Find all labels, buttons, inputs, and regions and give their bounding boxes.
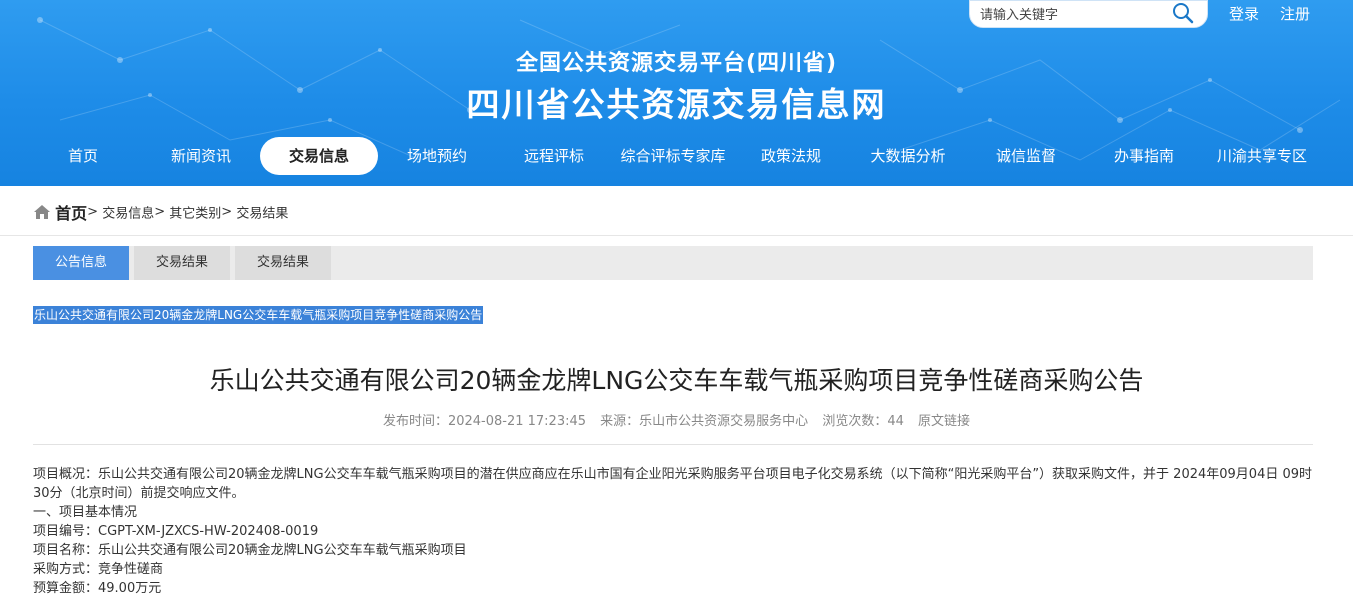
- nav-item-policies[interactable]: 政策法规: [750, 137, 832, 175]
- article-title: 乐山公共交通有限公司20辆金龙牌LNG公交车车载气瓶采购项目竞争性磋商采购公告: [209, 366, 1144, 395]
- site-header: 登录 注册 全国公共资源交易平台(四川省) 四川省公共资源交易信息网 首页 新闻…: [0, 0, 1353, 186]
- search-icon[interactable]: [1172, 2, 1194, 24]
- login-link[interactable]: 登录: [1229, 3, 1259, 24]
- procurement-method: 采购方式：竞争性磋商: [33, 562, 164, 577]
- register-link[interactable]: 注册: [1280, 3, 1310, 24]
- view-count: 浏览次数：44: [822, 414, 904, 429]
- tab-bar: 公告信息 交易结果 交易结果: [33, 246, 1313, 280]
- platform-subtitle: 全国公共资源交易平台(四川省): [515, 51, 838, 76]
- publish-time: 发布时间：2024-08-21 17:23:45: [382, 414, 587, 429]
- budget-amount: 预算金额：49.00万元: [33, 581, 162, 596]
- project-overview: 项目概况：乐山公共交通有限公司20辆金龙牌LNG公交车车载气瓶采购项目的潜在供应…: [33, 467, 1313, 501]
- divider: [0, 235, 1353, 236]
- nav-item-venue-booking[interactable]: 场地预约: [396, 137, 478, 175]
- nav-item-remote-evaluation[interactable]: 远程评标: [513, 137, 595, 175]
- nav-item-credit-supervision[interactable]: 诚信监督: [985, 137, 1067, 175]
- breadcrumb-item-other-category[interactable]: 其它类别: [169, 207, 221, 222]
- nav-item-trade-info[interactable]: 交易信息: [260, 137, 378, 175]
- breadcrumb-separator: >: [87, 204, 99, 220]
- divider: [33, 444, 1313, 445]
- main-nav: 首页 新闻资讯 交易信息 场地预约 远程评标 综合评标专家库 政策法规 大数据分…: [0, 137, 1353, 177]
- home-icon: [34, 205, 50, 219]
- tab-trade-result-2[interactable]: 交易结果: [235, 246, 331, 280]
- breadcrumb-item-trade-result[interactable]: 交易结果: [236, 207, 288, 222]
- search-input[interactable]: [978, 4, 1172, 26]
- selected-title-link[interactable]: 乐山公共交通有限公司20辆金龙牌LNG公交车车载气瓶采购项目竞争性磋商采购公告: [33, 306, 484, 324]
- tab-trade-result-1[interactable]: 交易结果: [134, 246, 230, 280]
- nav-item-expert-pool[interactable]: 综合评标专家库: [612, 137, 734, 175]
- tab-announcement[interactable]: 公告信息: [33, 246, 129, 280]
- nav-item-news[interactable]: 新闻资讯: [160, 137, 242, 175]
- project-name: 项目名称：乐山公共交通有限公司20辆金龙牌LNG公交车车载气瓶采购项目: [33, 543, 467, 558]
- article-source: 来源：乐山市公共资源交易服务中心: [600, 414, 809, 429]
- article-body: 项目概况：乐山公共交通有限公司20辆金龙牌LNG公交车车载气瓶采购项目的潜在供应…: [33, 465, 1316, 598]
- breadcrumb-home[interactable]: 首页: [55, 204, 87, 223]
- article-meta: 发布时间：2024-08-21 17:23:45 来源：乐山市公共资源交易服务中…: [0, 410, 1353, 429]
- breadcrumb-separator: >: [221, 204, 233, 220]
- breadcrumb-separator: >: [154, 204, 166, 220]
- nav-item-service-guide[interactable]: 办事指南: [1103, 137, 1185, 175]
- original-link[interactable]: 原文链接: [918, 414, 970, 429]
- section-heading: 一、项目基本情况: [33, 505, 138, 520]
- site-title: 四川省公共资源交易信息网: [466, 85, 887, 124]
- breadcrumb: 首页> 交易信息> 其它类别> 交易结果: [33, 200, 288, 224]
- project-number: 项目编号：CGPT-XM-JZXCS-HW-202408-0019: [33, 524, 319, 539]
- nav-item-big-data[interactable]: 大数据分析: [858, 137, 958, 175]
- breadcrumb-item-trade-info[interactable]: 交易信息: [102, 207, 154, 222]
- nav-item-chuanyu-zone[interactable]: 川渝共享专区: [1206, 137, 1318, 175]
- nav-item-home[interactable]: 首页: [47, 137, 119, 175]
